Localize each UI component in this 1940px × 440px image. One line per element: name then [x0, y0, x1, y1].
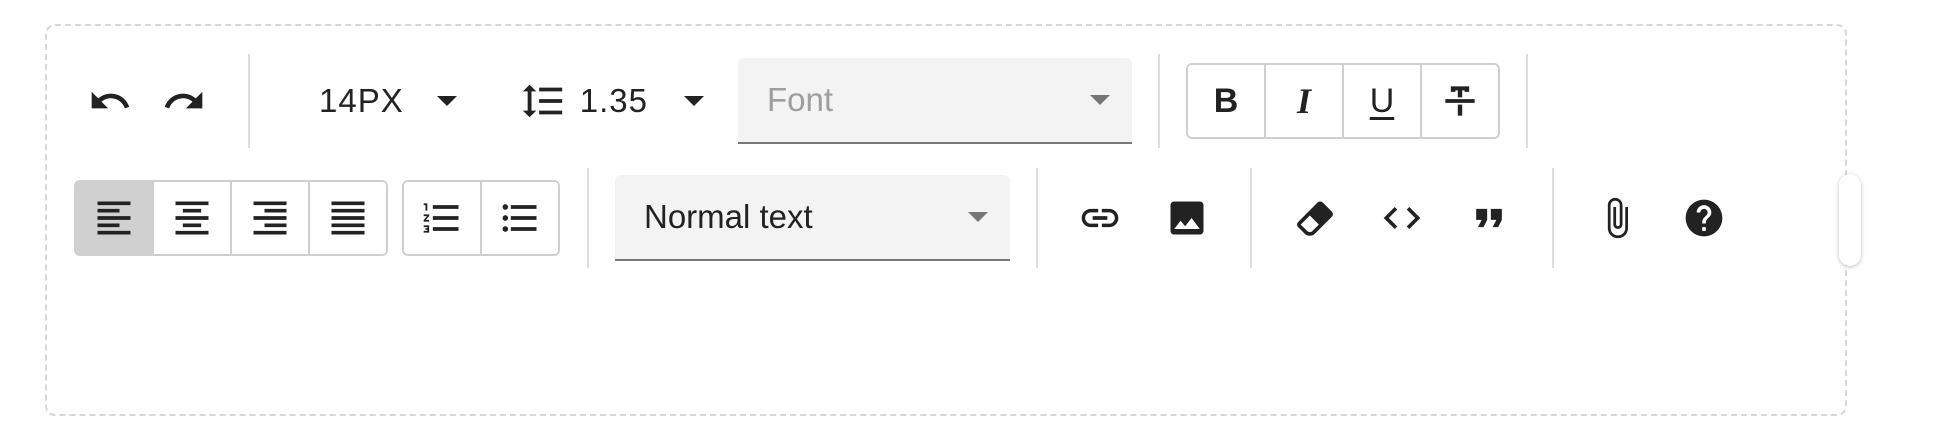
strikethrough-icon — [1445, 86, 1475, 116]
font-family-select[interactable]: Font — [737, 58, 1132, 144]
toolbar-separator — [587, 168, 589, 268]
toolbar-separator — [1552, 168, 1554, 268]
bullet-list-icon — [502, 204, 537, 232]
bullet-list-button[interactable] — [480, 182, 558, 254]
align-justify-button[interactable] — [308, 182, 386, 254]
strikethrough-button[interactable] — [1419, 65, 1498, 137]
toolbar-row-1: 14PX 1.35 Font B I U — [47, 54, 1528, 148]
code-icon — [1383, 207, 1421, 229]
help-icon — [1685, 199, 1723, 237]
align-center-icon — [175, 201, 209, 235]
undo-icon — [91, 91, 130, 109]
code-button[interactable] — [1365, 181, 1439, 255]
block-format-value: Normal text — [644, 198, 813, 235]
align-left-button[interactable] — [76, 182, 152, 254]
line-height-dropdown-icon — [683, 96, 704, 106]
bold-button[interactable]: B — [1187, 65, 1264, 137]
toolbar-separator — [1525, 54, 1528, 148]
toolbar-separator — [248, 54, 250, 148]
font-size-dropdown-icon — [436, 96, 457, 106]
link-icon — [1081, 208, 1119, 228]
italic-icon: I — [1296, 81, 1311, 121]
attach-file-button[interactable] — [1580, 181, 1654, 255]
toolbar-separator — [1036, 168, 1038, 268]
paperclip-icon — [1607, 197, 1628, 239]
eraser-icon — [1297, 201, 1333, 236]
font-family-placeholder: Font — [766, 81, 834, 118]
undo-button[interactable] — [73, 64, 147, 138]
line-height-select[interactable]: 1.35 — [520, 64, 704, 138]
text-style-group: B I U — [1185, 63, 1500, 139]
align-center-button[interactable] — [152, 182, 230, 254]
line-height-value: 1.35 — [579, 82, 648, 119]
font-family-dropdown-icon — [1089, 95, 1110, 105]
align-left-icon — [97, 201, 131, 235]
toolbar-separator — [1157, 54, 1160, 148]
insert-link-button[interactable] — [1063, 181, 1137, 255]
italic-button[interactable]: I — [1263, 65, 1342, 137]
clear-formatting-button[interactable] — [1278, 181, 1352, 255]
bold-icon: B — [1213, 81, 1239, 120]
toolbar-separator — [1250, 168, 1252, 268]
quote-icon — [1476, 208, 1502, 228]
blockquote-button[interactable] — [1452, 181, 1526, 255]
alignment-group — [74, 180, 388, 256]
font-size-select[interactable]: 14PX — [319, 64, 457, 138]
align-right-icon — [253, 201, 287, 235]
rich-text-editor: 14PX 1.35 Font B I U Normal text — [45, 24, 1847, 416]
toolbar-row-2: Normal text — [47, 168, 1741, 268]
line-height-icon — [522, 84, 562, 118]
help-button[interactable] — [1667, 181, 1741, 255]
image-icon — [1170, 201, 1204, 235]
redo-icon — [164, 91, 203, 109]
scrollbar-thumb[interactable] — [1839, 174, 1861, 266]
font-size-value: 14PX — [319, 82, 404, 119]
ordered-list-icon — [423, 203, 459, 233]
redo-button[interactable] — [147, 64, 221, 138]
ordered-list-button[interactable] — [404, 182, 480, 254]
align-justify-icon — [331, 201, 365, 235]
block-format-select[interactable]: Normal text — [615, 175, 1010, 261]
insert-image-button[interactable] — [1150, 181, 1224, 255]
align-right-button[interactable] — [230, 182, 308, 254]
underline-button[interactable]: U — [1341, 65, 1420, 137]
underline-icon: U — [1369, 81, 1395, 120]
block-format-dropdown-icon — [968, 212, 988, 222]
list-group — [402, 180, 560, 256]
